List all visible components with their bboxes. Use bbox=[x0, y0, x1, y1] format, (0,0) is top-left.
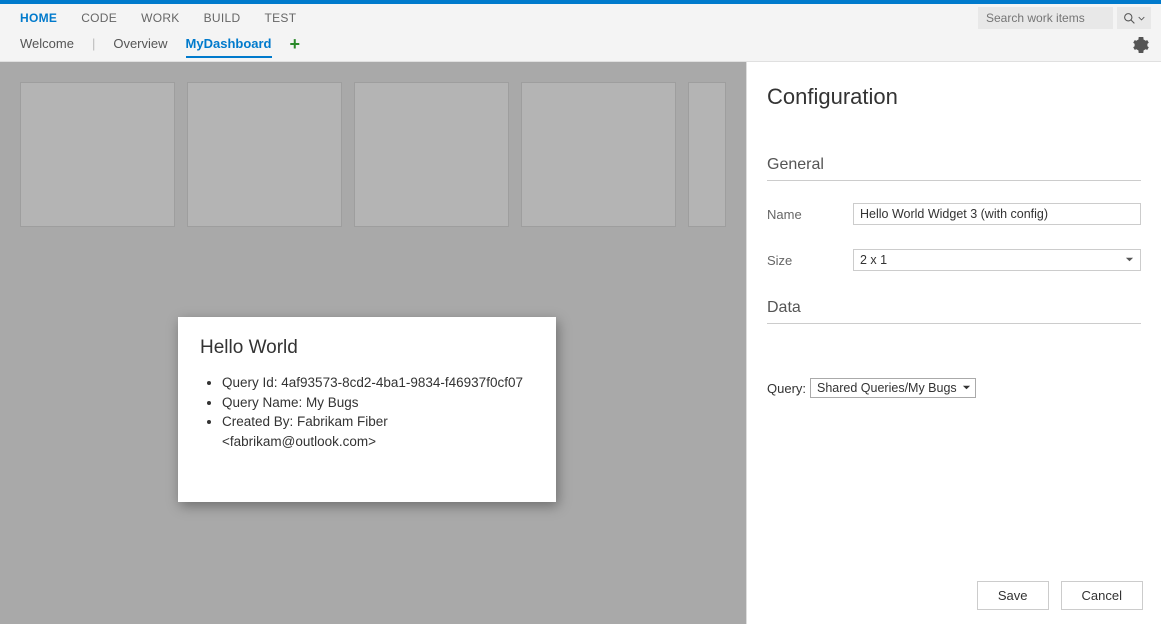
chevron-down-icon bbox=[962, 381, 971, 395]
query-label: Query: bbox=[767, 381, 806, 396]
search-button[interactable] bbox=[1117, 7, 1151, 29]
query-select-value: Shared Queries/My Bugs bbox=[817, 381, 957, 395]
widget-placeholder[interactable] bbox=[20, 82, 175, 227]
general-heading: General bbox=[767, 156, 1141, 181]
name-label: Name bbox=[767, 207, 853, 222]
widget-placeholder[interactable] bbox=[688, 82, 726, 227]
widget-placeholder[interactable] bbox=[187, 82, 342, 227]
sub-nav: Welcome | Overview MyDashboard + bbox=[0, 32, 1161, 62]
sub-tabs: Welcome | Overview MyDashboard + bbox=[20, 34, 300, 59]
chevron-down-icon bbox=[1125, 253, 1134, 267]
widget-placeholder[interactable] bbox=[354, 82, 509, 227]
size-select-value: 2 x 1 bbox=[860, 253, 887, 267]
configuration-panel: Configuration General Name Size 2 x 1 Da… bbox=[746, 62, 1161, 624]
cancel-button[interactable]: Cancel bbox=[1061, 581, 1143, 610]
nav-tabs: HOME CODE WORK BUILD TEST bbox=[20, 11, 296, 25]
query-select[interactable]: Shared Queries/My Bugs bbox=[810, 378, 976, 398]
widget-placeholder[interactable] bbox=[521, 82, 676, 227]
search-icon bbox=[1123, 12, 1136, 25]
widget-list-item: Created By: Fabrikam Fiber <fabrikam@out… bbox=[222, 412, 534, 451]
chevron-down-icon bbox=[1138, 15, 1145, 22]
main-area: Hello World Query Id: 4af93573-8cd2-4ba1… bbox=[0, 62, 1161, 624]
sub-tab-overview[interactable]: Overview bbox=[113, 36, 167, 57]
name-field-row: Name bbox=[767, 203, 1141, 225]
widget-list-item: Query Name: My Bugs bbox=[222, 393, 534, 413]
hello-world-widget[interactable]: Hello World Query Id: 4af93573-8cd2-4ba1… bbox=[178, 317, 556, 502]
dashboard-canvas: Hello World Query Id: 4af93573-8cd2-4ba1… bbox=[0, 62, 746, 624]
data-heading: Data bbox=[767, 299, 1141, 324]
add-dashboard-button[interactable]: + bbox=[290, 34, 301, 59]
widget-title: Hello World bbox=[200, 337, 534, 359]
save-button[interactable]: Save bbox=[977, 581, 1049, 610]
footer-buttons: Save Cancel bbox=[977, 581, 1143, 610]
search-input[interactable] bbox=[978, 7, 1113, 29]
nav-tab-build[interactable]: BUILD bbox=[204, 11, 241, 25]
nav-tab-code[interactable]: CODE bbox=[81, 11, 117, 25]
query-field-row: Query: Shared Queries/My Bugs bbox=[767, 378, 1141, 398]
sub-tab-mydashboard[interactable]: MyDashboard bbox=[186, 36, 272, 57]
widget-list: Query Id: 4af93573-8cd2-4ba1-9834-f46937… bbox=[200, 373, 534, 451]
placeholder-row bbox=[20, 82, 726, 227]
gear-icon[interactable] bbox=[1133, 37, 1149, 56]
size-label: Size bbox=[767, 253, 853, 268]
config-title: Configuration bbox=[767, 84, 1141, 110]
divider: | bbox=[92, 36, 95, 57]
nav-tab-test[interactable]: TEST bbox=[264, 11, 296, 25]
nav-tab-work[interactable]: WORK bbox=[141, 11, 180, 25]
sub-tab-welcome[interactable]: Welcome bbox=[20, 36, 74, 57]
size-select[interactable]: 2 x 1 bbox=[853, 249, 1141, 271]
widget-list-item: Query Id: 4af93573-8cd2-4ba1-9834-f46937… bbox=[222, 373, 534, 393]
size-field-row: Size 2 x 1 bbox=[767, 249, 1141, 271]
nav-tab-home[interactable]: HOME bbox=[20, 11, 57, 25]
top-nav: HOME CODE WORK BUILD TEST bbox=[0, 4, 1161, 32]
search-area bbox=[978, 7, 1151, 29]
name-input[interactable] bbox=[853, 203, 1141, 225]
